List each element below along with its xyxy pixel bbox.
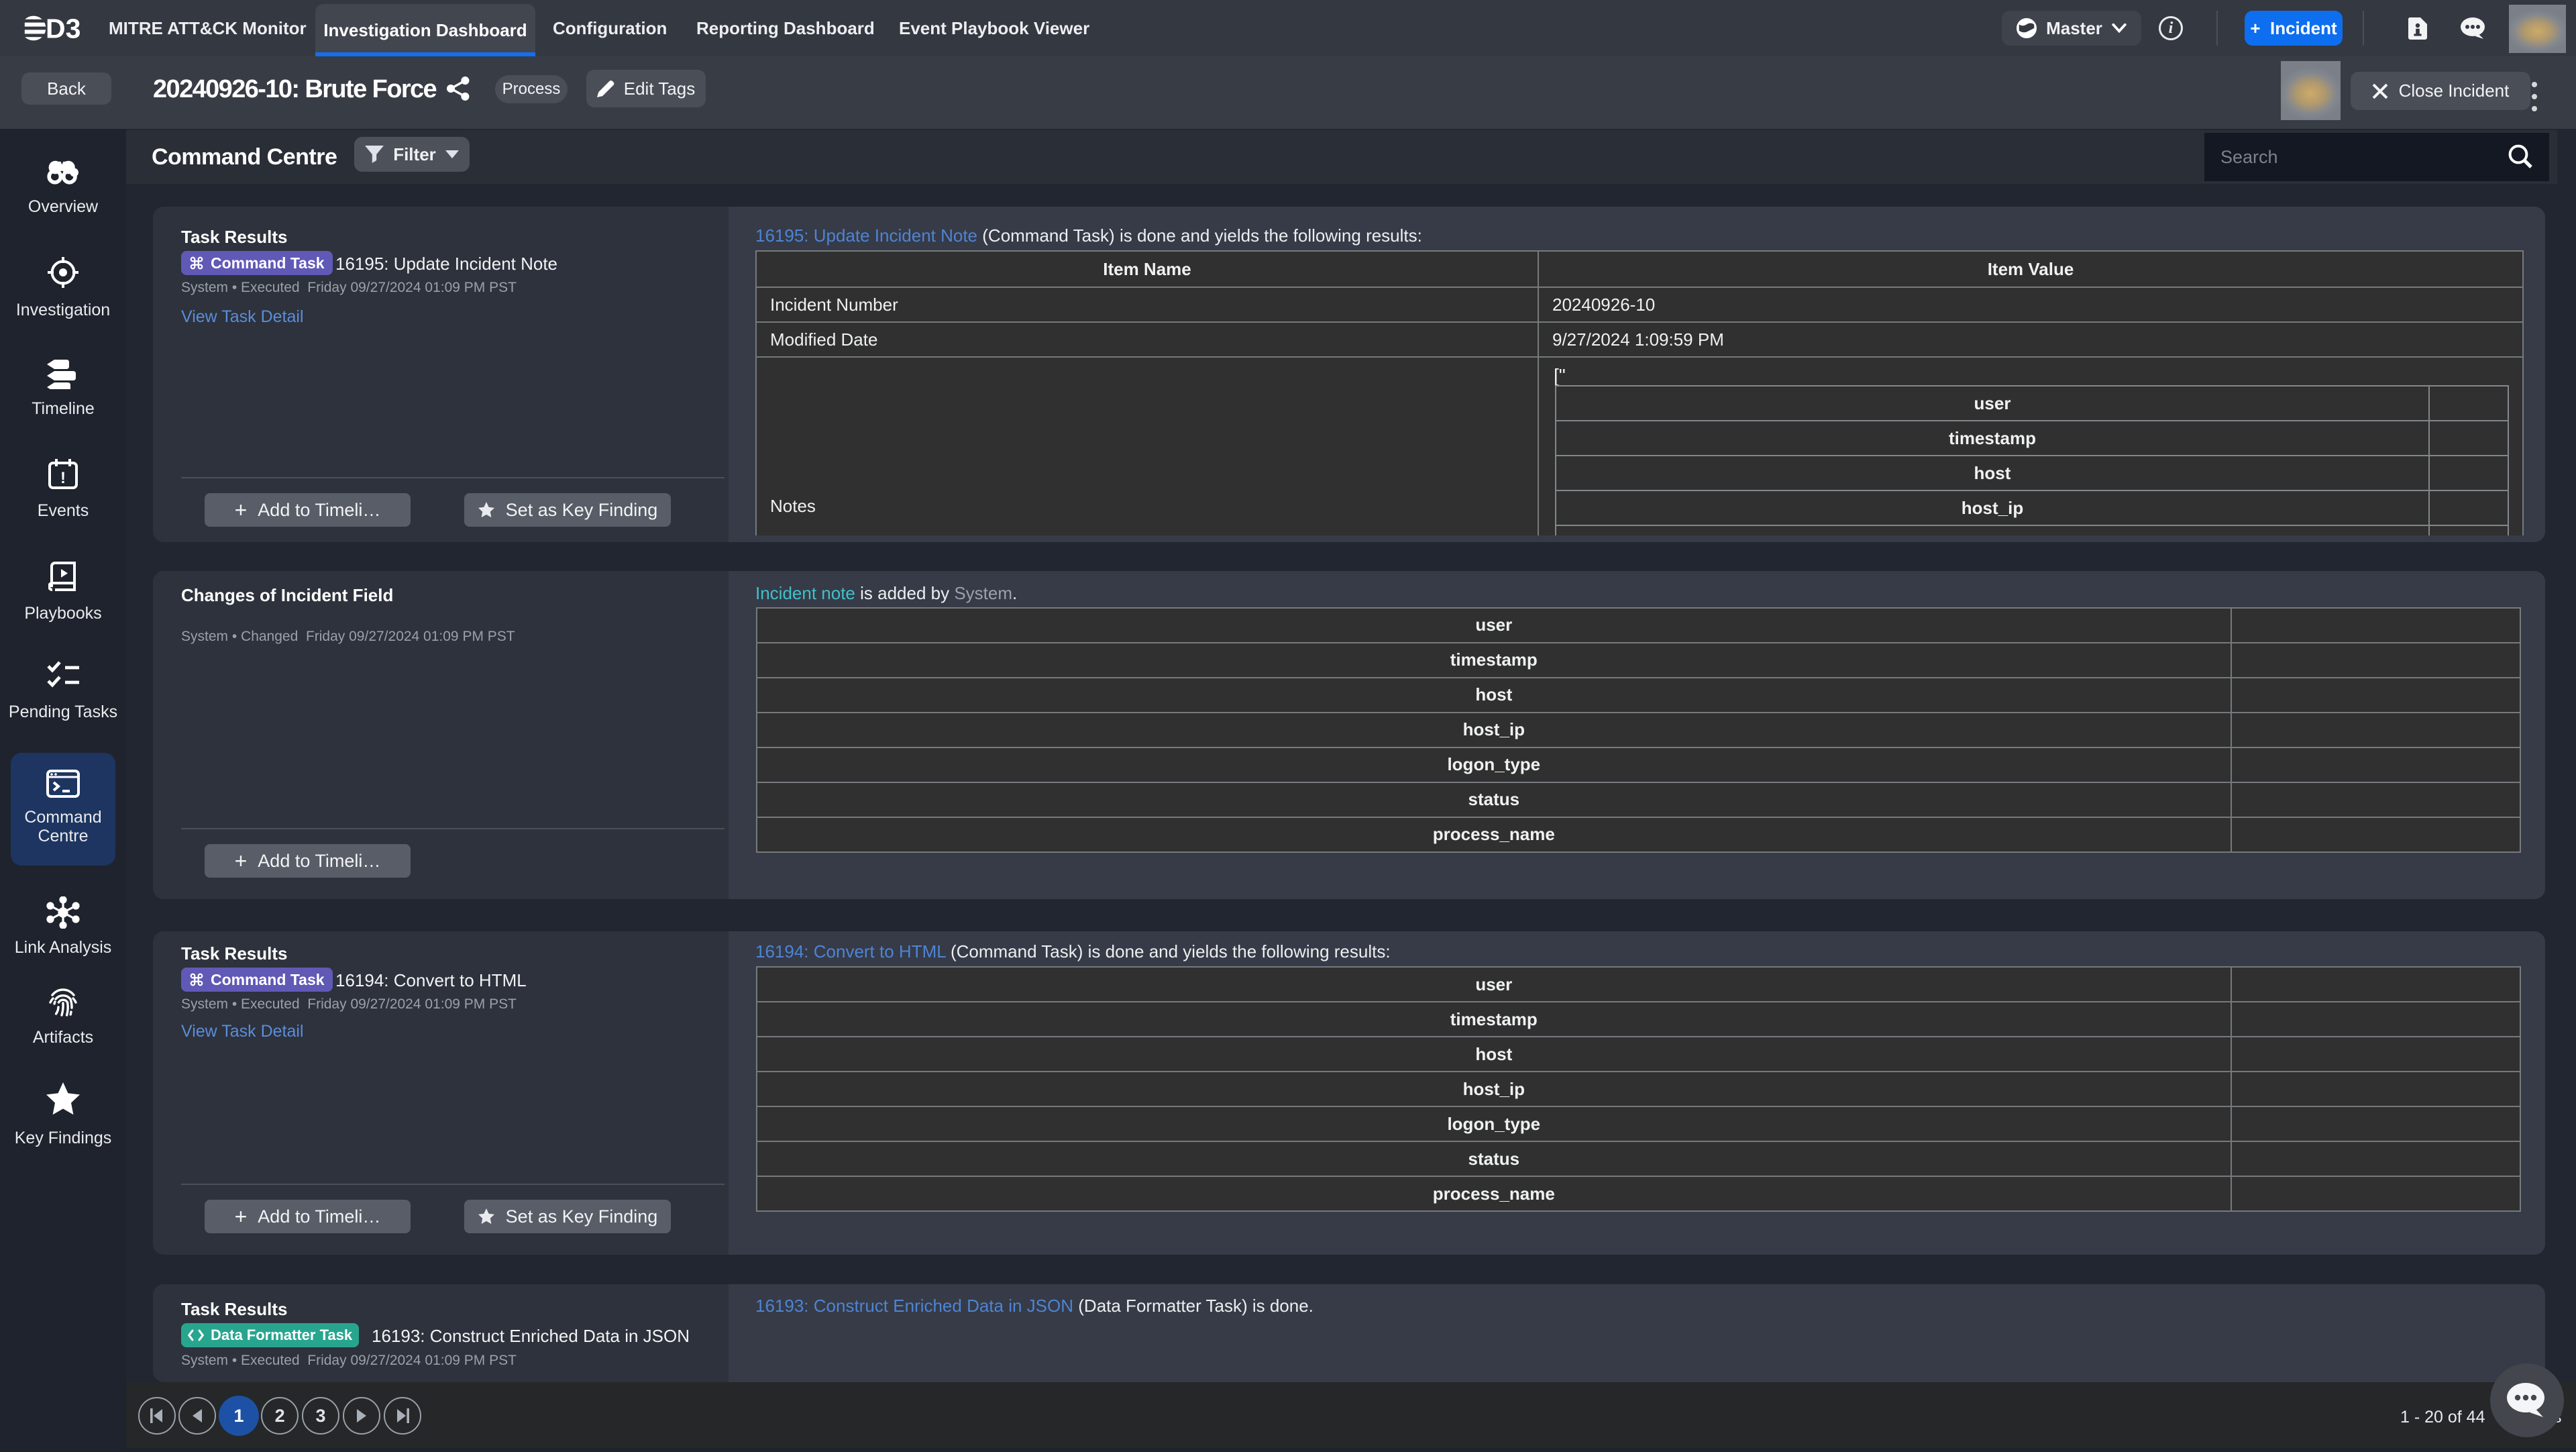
svg-text:D3: D3 (46, 13, 80, 43)
svg-text:!: ! (60, 469, 66, 487)
